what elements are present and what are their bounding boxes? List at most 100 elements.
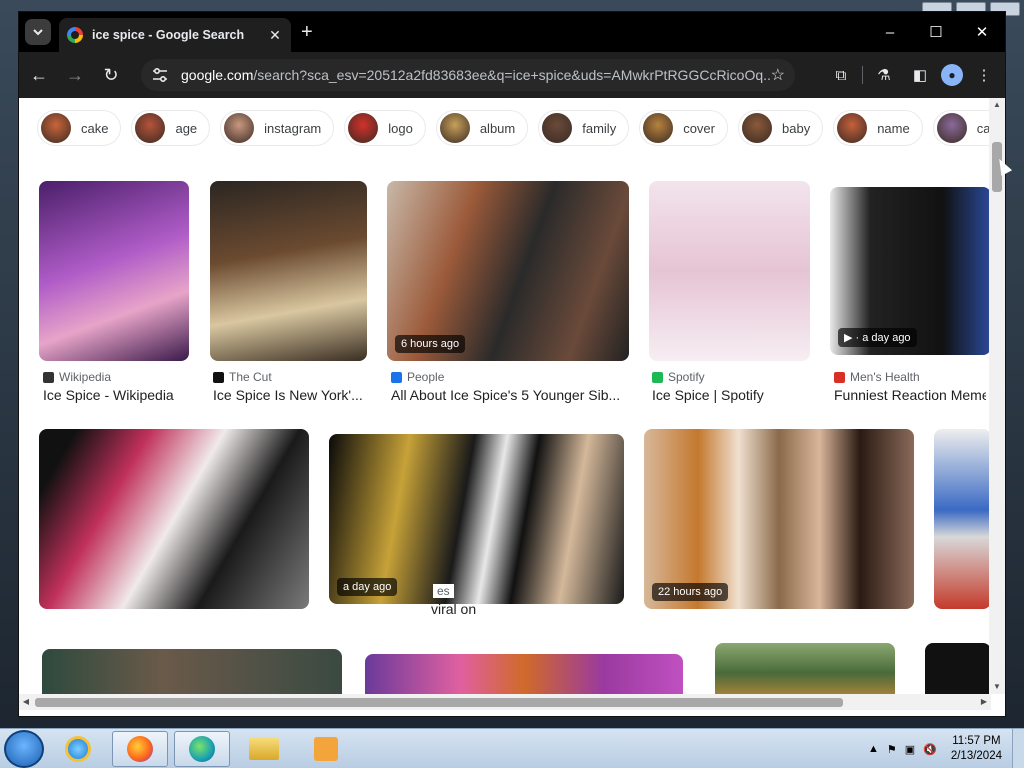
- tab-google-search[interactable]: ice spice - Google Search ✕: [59, 18, 291, 52]
- result-caption[interactable]: Ice Spice Is New York'...: [213, 387, 365, 403]
- forward-arrow-icon[interactable]: →: [59, 59, 91, 91]
- chip-album[interactable]: album: [435, 110, 529, 146]
- result-image-9[interactable]: [934, 429, 991, 609]
- chip-instagram[interactable]: instagram: [220, 110, 335, 146]
- url-text[interactable]: google.com/search?sca_esv=20512a2fd83683…: [181, 67, 771, 83]
- time-badge: 22 hours ago: [652, 583, 729, 601]
- chip-thumbnail: [41, 113, 71, 143]
- source-favicon-icon: [213, 371, 224, 383]
- firefox-icon: [127, 735, 153, 762]
- result-source[interactable]: Wikipedia: [43, 370, 111, 384]
- result-image-3[interactable]: 6 hours ago: [387, 181, 629, 361]
- chip-cover[interactable]: cover: [639, 110, 728, 146]
- chip-cake[interactable]: cake: [37, 110, 122, 146]
- url-domain: google.com: [181, 67, 254, 83]
- scroll-up-icon[interactable]: ▲: [989, 98, 1005, 112]
- result-caption[interactable]: Ice Spice | Spotify: [652, 387, 804, 403]
- chip-name[interactable]: name: [833, 110, 923, 146]
- result-image-13[interactable]: [925, 643, 991, 694]
- folder-icon: [249, 737, 279, 760]
- tab-search-button[interactable]: [25, 19, 51, 45]
- clock[interactable]: 11:57 PM 2/13/2024: [951, 734, 1002, 764]
- close-icon[interactable]: ✕: [267, 27, 283, 44]
- chip-age[interactable]: age: [131, 110, 211, 146]
- taskbar-firefox[interactable]: [112, 730, 168, 767]
- side-panel-icon[interactable]: ◧: [905, 59, 935, 91]
- taskbar-edge[interactable]: [174, 730, 230, 767]
- result-image-6[interactable]: [39, 429, 309, 609]
- result-source[interactable]: Men's Health: [834, 370, 920, 384]
- minimize-button[interactable]: –: [867, 12, 913, 52]
- chip-card[interactable]: card: [932, 110, 991, 146]
- flag-icon[interactable]: ⚑: [887, 743, 897, 756]
- chip-label: instagram: [264, 120, 322, 136]
- result-image-7[interactable]: a day ago: [329, 434, 624, 604]
- result-image-11[interactable]: [365, 654, 683, 694]
- result-image-1[interactable]: [39, 181, 189, 361]
- horizontal-scrollbar[interactable]: ◀ ▶: [19, 694, 991, 710]
- taskbar-file-explorer[interactable]: [236, 731, 292, 767]
- google-favicon-icon: [67, 27, 83, 43]
- result-source[interactable]: The Cut: [213, 370, 272, 384]
- clock-date: 2/13/2024: [950, 750, 1002, 762]
- clock-time: 11:57 PM: [952, 735, 1001, 747]
- back-arrow-icon[interactable]: ←: [23, 59, 55, 91]
- scroll-right-icon[interactable]: ▶: [977, 694, 991, 710]
- taskbar-internet-explorer[interactable]: [50, 731, 106, 767]
- result-caption[interactable]: Ice Spice - Wikipedia: [43, 387, 195, 403]
- more-menu-icon[interactable]: ⋮: [969, 59, 999, 91]
- source-favicon-icon: [834, 371, 845, 383]
- scroll-left-icon[interactable]: ◀: [19, 694, 33, 710]
- chevron-down-icon: [33, 29, 43, 36]
- internet-explorer-icon: [65, 735, 91, 762]
- system-tray: ▲ ⚑ ▣ 🔇 11:57 PM 2/13/2024: [864, 729, 1024, 768]
- result-source[interactable]: People: [391, 370, 444, 384]
- horizontal-scroll-thumb[interactable]: [35, 698, 843, 707]
- chip-label: family: [582, 120, 617, 136]
- media-player-icon: [314, 736, 338, 761]
- result-image-12[interactable]: [715, 643, 895, 694]
- taskbar: ▲ ⚑ ▣ 🔇 11:57 PM 2/13/2024: [0, 728, 1024, 768]
- chip-thumbnail: [348, 113, 379, 143]
- source-name: Spotify: [668, 370, 705, 384]
- source-name: Wikipedia: [59, 370, 112, 384]
- address-bar[interactable]: google.com/search?sca_esv=20512a2fd83683…: [141, 59, 795, 91]
- close-window-button[interactable]: ✕: [959, 12, 1005, 52]
- result-caption[interactable]: Funniest Reaction Meme: [834, 387, 986, 403]
- source-favicon-icon: [43, 371, 54, 383]
- tray-expand-icon[interactable]: ▲: [868, 743, 879, 755]
- profile-avatar-icon[interactable]: ●: [941, 64, 963, 86]
- time-badge: 6 hours ago: [395, 335, 466, 353]
- source-name: People: [407, 370, 445, 384]
- plus-icon[interactable]: +: [301, 22, 313, 42]
- vertical-scrollbar[interactable]: ▲ ▼: [989, 98, 1005, 694]
- maximize-button[interactable]: ☐: [913, 12, 959, 52]
- reload-icon[interactable]: ↻: [95, 59, 127, 91]
- site-info-icon[interactable]: [151, 67, 169, 83]
- chip-thumbnail: [542, 113, 573, 143]
- chip-label: album: [479, 120, 516, 136]
- chip-family[interactable]: family: [538, 110, 630, 146]
- taskbar-media-player[interactable]: [298, 731, 354, 767]
- search-results-content: cake age instagram logo album family cover baby…: [19, 98, 991, 694]
- bookmark-star-icon[interactable]: ☆: [771, 65, 785, 85]
- result-image-8[interactable]: 22 hours ago: [644, 429, 914, 609]
- result-image-10[interactable]: [42, 649, 342, 694]
- start-button[interactable]: [4, 729, 44, 768]
- network-icon[interactable]: ▣: [905, 743, 915, 756]
- tab-title: ice spice - Google Search: [92, 28, 245, 42]
- result-caption[interactable]: All About Ice Spice's 5 Younger Sib...: [391, 387, 627, 403]
- caption-fragment: es: [433, 584, 454, 598]
- chip-logo[interactable]: logo: [344, 110, 426, 146]
- extensions-puzzle-icon[interactable]: ⧉: [826, 59, 856, 91]
- labs-flask-icon[interactable]: ⚗: [869, 59, 899, 91]
- show-desktop-button[interactable]: [1012, 729, 1024, 768]
- chip-baby[interactable]: baby: [738, 110, 824, 146]
- scroll-down-icon[interactable]: ▼: [989, 680, 1005, 694]
- result-image-4[interactable]: [649, 181, 810, 361]
- result-source[interactable]: Spotify: [652, 370, 705, 384]
- volume-muted-icon[interactable]: 🔇: [923, 743, 937, 756]
- chip-label: name: [877, 120, 910, 136]
- result-image-2[interactable]: [210, 181, 367, 361]
- result-image-5[interactable]: ▶ · a day ago: [830, 187, 991, 355]
